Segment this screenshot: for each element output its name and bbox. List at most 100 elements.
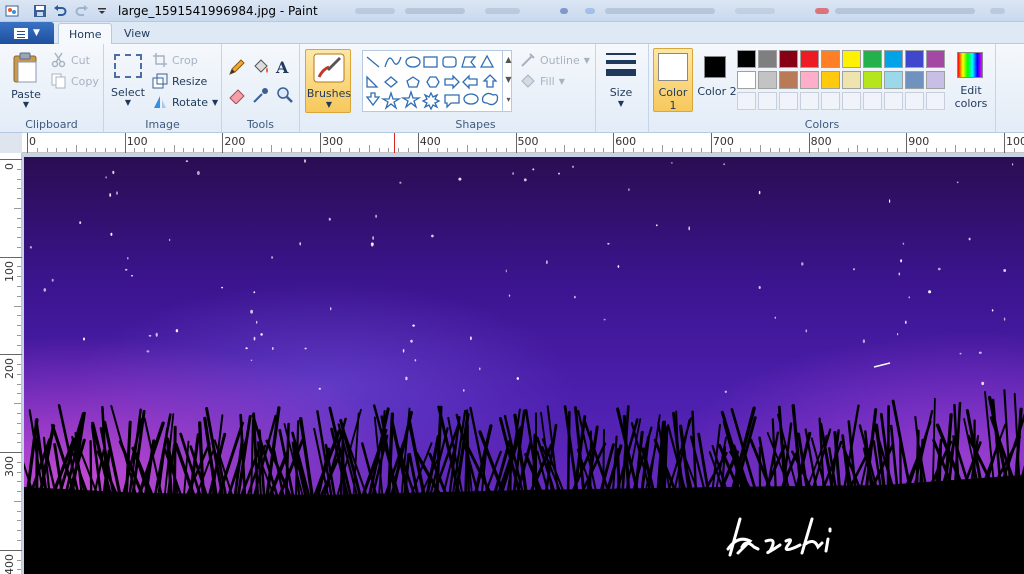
palette-custom-slot[interactable] xyxy=(821,92,840,110)
text-tool-icon[interactable]: A xyxy=(276,58,288,77)
magnifier-icon[interactable] xyxy=(276,86,293,103)
customize-toolbar-icon[interactable] xyxy=(94,3,110,19)
star xyxy=(532,168,535,171)
ruler-minor-tick xyxy=(17,188,21,190)
palette-swatch[interactable] xyxy=(758,50,777,68)
size-label: Size xyxy=(609,86,633,99)
palette-swatch[interactable] xyxy=(905,50,924,68)
palette-custom-slot[interactable] xyxy=(863,92,882,110)
palette-swatch[interactable] xyxy=(800,50,819,68)
color1-button[interactable]: Color 1 xyxy=(653,48,693,112)
ruler-minor-tick xyxy=(476,148,478,152)
copy-icon xyxy=(51,73,67,89)
ruler-minor-tick xyxy=(17,295,21,297)
palette-custom-slot[interactable] xyxy=(926,92,945,110)
canvas-workspace[interactable]: hoshi xyxy=(22,153,1024,574)
undo-icon[interactable] xyxy=(52,3,68,19)
star xyxy=(968,237,971,241)
ruler-minor-tick xyxy=(525,148,527,152)
edit-colors-button[interactable]: Edit colors xyxy=(951,50,991,112)
fill-bucket-icon[interactable] xyxy=(252,58,268,74)
palette-custom-slot[interactable] xyxy=(842,92,861,110)
palette-swatch[interactable] xyxy=(758,71,777,89)
ruler-label: 300 xyxy=(3,456,16,478)
star xyxy=(956,181,959,184)
star xyxy=(250,309,254,314)
shapes-gallery[interactable] xyxy=(362,50,512,112)
star xyxy=(318,387,321,390)
tab-home[interactable]: Home xyxy=(58,23,113,45)
palette-swatch[interactable] xyxy=(821,71,840,89)
save-icon[interactable] xyxy=(32,3,48,19)
ruler-minor-tick xyxy=(17,246,21,248)
select-button[interactable]: Select ▼ xyxy=(110,52,146,112)
paint-menu-button[interactable]: ▼ xyxy=(0,22,54,44)
ruler-minor-tick xyxy=(339,148,341,152)
ruler-minor-tick xyxy=(17,530,21,532)
horizontal-ruler: 0 100 200 300 400 500 600 700 800 900 1000 xyxy=(22,133,1024,153)
palette-custom-slot[interactable] xyxy=(905,92,924,110)
ruler-minor-tick xyxy=(17,510,21,512)
ruler-minor-tick xyxy=(955,145,957,152)
palette-custom-slot[interactable] xyxy=(779,92,798,110)
palette-swatch[interactable] xyxy=(863,71,882,89)
ruler-minor-tick xyxy=(261,148,263,152)
shapes-group: ▲ ▼ ▾ Outline ▼ Fill ▼ Shapes xyxy=(356,44,596,133)
star xyxy=(758,190,761,195)
star xyxy=(516,377,519,380)
color-picker-icon[interactable] xyxy=(252,86,268,103)
shapes-scroll[interactable]: ▲ ▼ ▾ xyxy=(502,50,514,112)
star xyxy=(688,226,690,231)
palette-swatch[interactable] xyxy=(884,50,903,68)
ruler-minor-tick xyxy=(876,148,878,152)
eraser-icon[interactable] xyxy=(228,86,245,105)
paint-app-icon[interactable] xyxy=(4,3,20,19)
palette-swatch[interactable] xyxy=(884,71,903,89)
palette-custom-slot[interactable] xyxy=(737,92,756,110)
ruler-minor-tick xyxy=(603,148,605,152)
palette-custom-slot[interactable] xyxy=(884,92,903,110)
outline-button[interactable]: Outline ▼ xyxy=(520,52,590,68)
star xyxy=(127,256,129,260)
ruler-minor-tick xyxy=(495,148,497,152)
copy-button[interactable]: Copy xyxy=(51,73,99,89)
color1-label: Color 1 xyxy=(658,86,688,112)
ruler-minor-tick xyxy=(964,148,966,152)
pencil-icon[interactable] xyxy=(228,58,245,75)
paste-button[interactable]: Paste ▼ xyxy=(8,50,44,109)
ruler-minor-tick xyxy=(56,148,58,152)
palette-swatch[interactable] xyxy=(821,50,840,68)
palette-swatch[interactable] xyxy=(779,71,798,89)
palette-swatch[interactable] xyxy=(926,50,945,68)
brushes-button[interactable]: Brushes ▼ xyxy=(305,49,351,113)
size-button[interactable]: Size ▼ xyxy=(600,49,642,113)
palette-swatch[interactable] xyxy=(926,71,945,89)
palette-swatch[interactable] xyxy=(863,50,882,68)
palette-swatch[interactable] xyxy=(779,50,798,68)
palette-custom-slot[interactable] xyxy=(758,92,777,110)
palette-swatch[interactable] xyxy=(737,50,756,68)
palette-swatch[interactable] xyxy=(800,71,819,89)
redo-icon[interactable] xyxy=(74,3,90,19)
fill-button[interactable]: Fill ▼ xyxy=(520,73,565,89)
ruler-minor-tick xyxy=(17,422,21,424)
resize-button[interactable]: Resize xyxy=(152,73,207,89)
palette-swatch[interactable] xyxy=(842,71,861,89)
palette-custom-slot[interactable] xyxy=(800,92,819,110)
drawing-canvas[interactable]: hoshi xyxy=(24,157,1024,574)
tab-view[interactable]: View xyxy=(114,23,160,44)
crop-button[interactable]: Crop xyxy=(152,52,198,68)
palette-swatch[interactable] xyxy=(905,71,924,89)
color2-button[interactable]: Color 2 xyxy=(697,48,737,112)
palette-swatch[interactable] xyxy=(842,50,861,68)
star xyxy=(470,336,472,341)
star xyxy=(116,191,118,195)
star xyxy=(1012,163,1014,166)
rotate-button[interactable]: Rotate ▼ xyxy=(152,94,218,110)
star xyxy=(197,171,200,175)
selection-icon xyxy=(114,54,142,78)
ruler-minor-tick xyxy=(818,148,820,152)
cut-button[interactable]: Cut xyxy=(51,52,90,68)
star xyxy=(558,172,560,175)
palette-swatch[interactable] xyxy=(737,71,756,89)
